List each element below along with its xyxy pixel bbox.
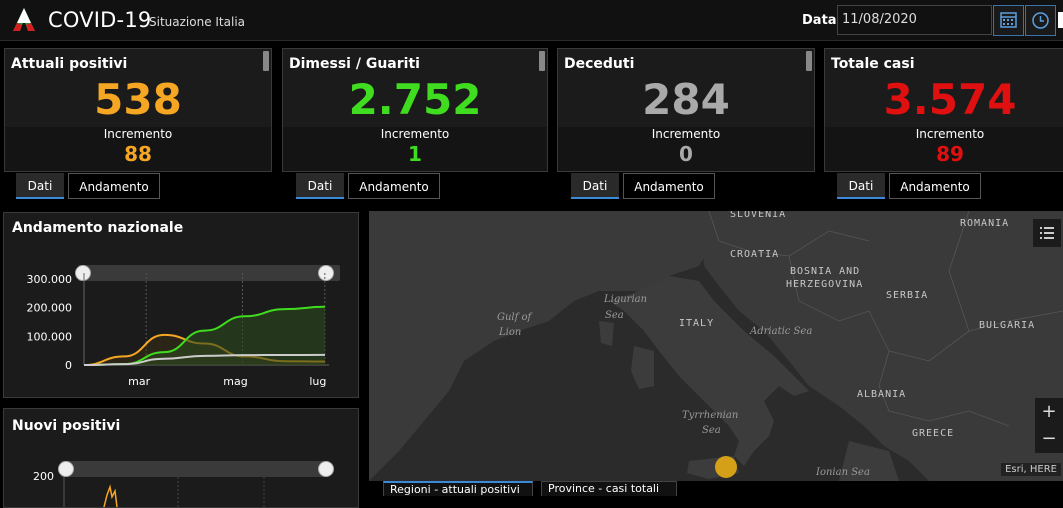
map-label-bulgaria: BULGARIA bbox=[979, 320, 1036, 331]
map-label-tyrrhenian-sea: Sea bbox=[702, 425, 721, 436]
map-label-tyrrhenian: Tyrrhenian bbox=[682, 410, 739, 421]
andamento-chart: 0 100.000 200.000 300.000 mar mag lug bbox=[27, 273, 329, 388]
card-scrollbar[interactable] bbox=[806, 51, 812, 71]
map-label-gulf-lion: Lion bbox=[499, 327, 522, 338]
date-label: Data bbox=[802, 13, 837, 28]
map-label-bosnia: BOSNIA AND bbox=[790, 266, 861, 277]
map-label-ligurian-sea: Sea bbox=[605, 310, 624, 321]
map-label-italy: ITALY bbox=[679, 318, 715, 329]
card-increment-label: Incremento bbox=[915, 127, 985, 141]
tab-province-casi-totali[interactable]: Province - casi totali bbox=[541, 481, 677, 496]
map-label-slovenia: SLOVENIA bbox=[730, 211, 787, 220]
region-marker[interactable] bbox=[715, 456, 737, 478]
clock-button[interactable] bbox=[1025, 5, 1056, 36]
card-increment-label: Incremento bbox=[103, 127, 173, 141]
calendar-button[interactable] bbox=[993, 5, 1024, 36]
zoom-in-button[interactable]: + bbox=[1035, 398, 1063, 426]
card-value: 2.752 bbox=[348, 75, 482, 124]
zoom-out-button[interactable]: − bbox=[1035, 425, 1063, 453]
map-label-adriatic: Adriatic Sea bbox=[750, 326, 813, 337]
map-attribution[interactable]: Esri, HERE bbox=[1001, 463, 1061, 476]
legend-button[interactable] bbox=[1033, 219, 1061, 247]
card-increment-value: 0 bbox=[679, 142, 693, 166]
card-scrollbar[interactable] bbox=[263, 51, 269, 71]
card-dimessi-guariti: Dimessi / Guariti 2.752 Incremento 1 bbox=[282, 48, 548, 172]
tab-dati[interactable]: Dati bbox=[296, 173, 344, 199]
tab-andamento[interactable]: Andamento bbox=[348, 173, 440, 199]
card-totale-casi: Totale casi 3.574 Incremento 89 bbox=[824, 48, 1063, 172]
card-value: 284 bbox=[642, 75, 730, 124]
date-input[interactable]: 11/08/2020 bbox=[837, 5, 992, 35]
x-tick-label: lug bbox=[309, 375, 326, 388]
map-label-serbia: SERBIA bbox=[886, 290, 929, 301]
tab-andamento[interactable]: Andamento bbox=[68, 173, 160, 199]
tab-dati[interactable]: Dati bbox=[571, 173, 619, 199]
card-increment-value: 89 bbox=[936, 142, 964, 166]
card-increment-value: 88 bbox=[124, 142, 152, 166]
map-label-romania: ROMANIA bbox=[960, 218, 1010, 229]
app-title: COVID-19 bbox=[48, 8, 152, 32]
map-basemap bbox=[369, 211, 1063, 481]
map-label-ionian: Ionian Sea bbox=[816, 467, 870, 478]
map-label-herzegovina: HERZEGOVINA bbox=[786, 279, 864, 290]
x-tick-label: mar bbox=[128, 375, 150, 388]
tab-dati[interactable]: Dati bbox=[16, 173, 64, 199]
x-tick-label: mag bbox=[223, 375, 247, 388]
card-deceduti: Deceduti 284 Incremento 0 bbox=[557, 48, 815, 172]
header-edge bbox=[1058, 12, 1063, 28]
y-tick-label: 0 bbox=[65, 359, 72, 372]
card-title: Attuali positivi bbox=[11, 56, 128, 72]
list-icon bbox=[1040, 227, 1054, 239]
tab-regioni-attuali-positivi[interactable]: Regioni - attuali positivi bbox=[383, 481, 533, 496]
calendar-icon bbox=[1000, 12, 1017, 28]
map-label-albania: ALBANIA bbox=[857, 389, 907, 400]
map-label-greece: GREECE bbox=[912, 428, 955, 439]
card-title: Deceduti bbox=[564, 56, 635, 72]
y-tick-label: 200.000 bbox=[27, 302, 73, 315]
map-label-gulf: Gulf of bbox=[497, 312, 532, 323]
tab-dati[interactable]: Dati bbox=[837, 173, 885, 199]
map-view[interactable]: SLOVENIA ROMANIA CROATIA BOSNIA AND HERZ… bbox=[369, 211, 1063, 481]
card-scrollbar[interactable] bbox=[539, 51, 545, 71]
map-label-croatia: CROATIA bbox=[730, 249, 780, 260]
andamento-nazionale-panel: Andamento nazionale 0 100.000 200.000 300.0… bbox=[3, 212, 359, 398]
tab-andamento[interactable]: Andamento bbox=[889, 173, 981, 199]
y-tick-label: 300.000 bbox=[27, 273, 73, 286]
app-subtitle: Situazione Italia bbox=[149, 15, 246, 29]
logo-icon bbox=[13, 8, 35, 31]
card-value: 3.574 bbox=[883, 75, 1017, 124]
clock-icon bbox=[1032, 12, 1049, 29]
tab-andamento[interactable]: Andamento bbox=[623, 173, 715, 199]
card-increment-label: Incremento bbox=[380, 127, 450, 141]
card-increment-value: 1 bbox=[408, 142, 422, 166]
nuovi-positivi-panel: Nuovi positivi 200 bbox=[3, 408, 359, 508]
card-title: Dimessi / Guariti bbox=[289, 56, 420, 72]
nuovi-positivi-chart bbox=[63, 477, 265, 507]
card-title: Totale casi bbox=[831, 56, 915, 72]
y-tick-label: 100.000 bbox=[27, 330, 73, 343]
card-attuali-positivi: Attuali positivi 538 Incremento 88 bbox=[4, 48, 272, 172]
map-label-ligurian: Ligurian bbox=[604, 294, 648, 305]
card-value: 538 bbox=[94, 75, 182, 124]
card-increment-label: Incremento bbox=[651, 127, 721, 141]
